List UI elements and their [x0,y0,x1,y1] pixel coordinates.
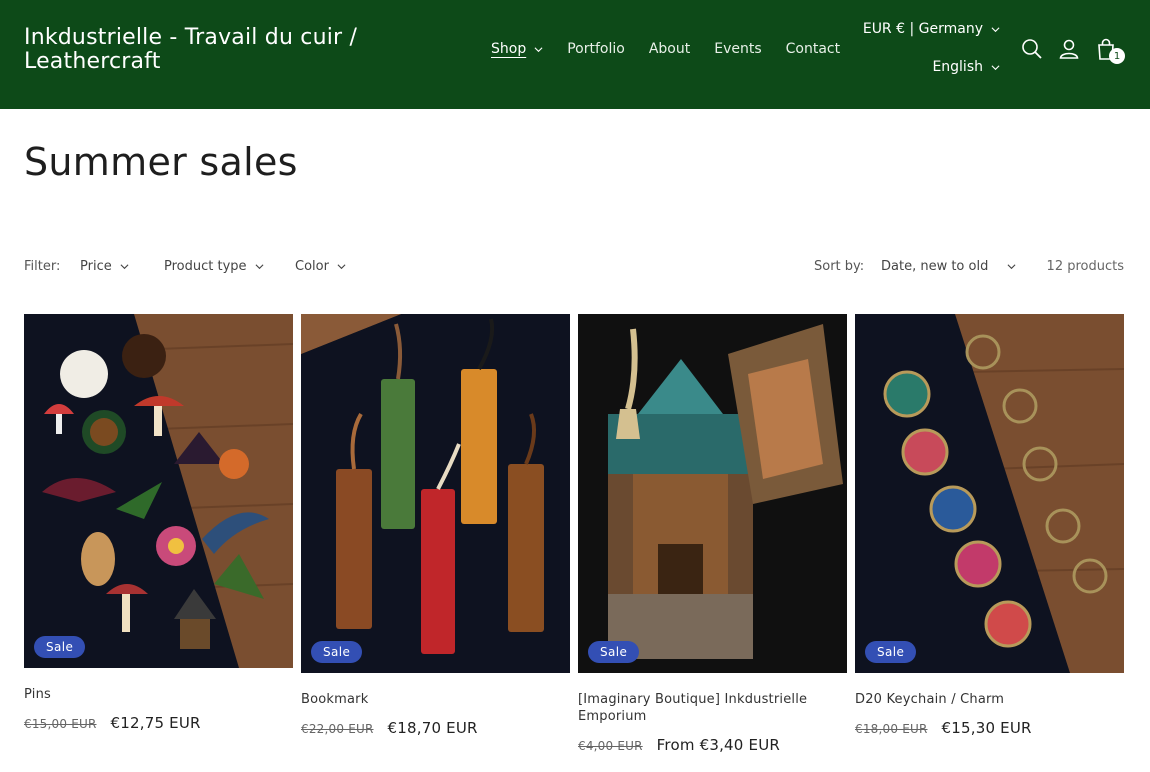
nav-shop-label: Shop [491,41,527,57]
search-button[interactable] [1019,36,1045,62]
sale-badge: Sale [865,641,917,663]
language-label: English [932,59,983,75]
brand-title[interactable]: Inkdustrielle - Travail du cuir / Leathe… [24,26,384,74]
product-title[interactable]: [Imaginary Boutique] Inkdustrielle Empor… [578,691,847,725]
filter-bar: Filter: Price Product type Color Sort by… [24,258,1124,278]
sort-label: Sort by: [814,259,865,274]
regular-price: €15,00 EUR [24,717,97,731]
filter-price-label: Price [80,259,112,274]
main-nav: Shop Portfolio About Events Contact [491,41,864,57]
filter-product-type[interactable]: Product type [164,259,264,274]
nav-contact[interactable]: Contact [786,41,840,57]
filter-product-type-label: Product type [164,259,247,274]
product-card[interactable]: Sale Bookmark €22,00 EUR €18,70 EUR [301,314,570,737]
chevron-down-icon [991,64,1000,70]
cart-count-badge: 1 [1109,48,1125,64]
sale-badge: Sale [311,641,363,663]
nav-about-label: About [648,41,691,57]
currency-label: EUR € | Germany [862,21,983,37]
sort-value: Date, new to old [881,259,989,274]
product-image-emporium[interactable]: Sale [578,314,847,673]
product-image-keychain[interactable]: Sale [855,314,1124,673]
filter-color[interactable]: Color [295,259,346,274]
product-count: 12 products [1046,259,1124,274]
page-title: Summer sales [24,140,298,184]
sale-badge: Sale [34,636,86,658]
sale-price: €15,30 EUR [941,719,1032,737]
emporium-photo [578,314,847,673]
sale-price: From €3,40 EUR [656,736,780,754]
chevron-down-icon [534,46,543,52]
nav-events-label: Events [714,41,762,57]
bookmark-photo [301,314,570,673]
currency-selector[interactable]: EUR € | Germany [863,21,1000,37]
sort-select[interactable]: Date, new to old [881,259,1016,274]
cart-button[interactable]: 1 [1093,36,1125,64]
regular-price: €4,00 EUR [578,739,643,753]
product-image-pins[interactable]: Sale [24,314,293,668]
sale-price: €12,75 EUR [110,714,201,732]
product-card[interactable]: Sale Pins €15,00 EUR €12,75 EUR [24,314,293,732]
product-prices: €18,00 EUR €15,30 EUR [855,719,1124,737]
keychain-photo [855,314,1124,673]
product-title[interactable]: Pins [24,686,293,703]
filter-price[interactable]: Price [80,259,129,274]
product-card[interactable]: Sale D20 Keychain / Charm €18,00 EUR €15… [855,314,1124,737]
product-prices: €15,00 EUR €12,75 EUR [24,714,293,732]
product-title[interactable]: D20 Keychain / Charm [855,691,1124,708]
regular-price: €18,00 EUR [855,722,928,736]
filter-color-label: Color [295,259,329,274]
site-header: Inkdustrielle - Travail du cuir / Leathe… [0,0,1150,109]
regular-price: €22,00 EUR [301,722,374,736]
chevron-down-icon [337,264,346,270]
nav-portfolio[interactable]: Portfolio [567,41,625,57]
nav-events[interactable]: Events [714,41,761,57]
chevron-down-icon [1007,264,1016,270]
nav-contact-label: Contact [785,41,841,57]
chevron-down-icon [255,264,264,270]
product-prices: €22,00 EUR €18,70 EUR [301,719,570,737]
account-icon [1059,39,1079,59]
nav-shop[interactable]: Shop [491,41,543,57]
product-card[interactable]: Sale [Imaginary Boutique] Inkdustrielle … [578,314,847,754]
chevron-down-icon [120,264,129,270]
product-image-bookmark[interactable]: Sale [301,314,570,673]
sale-badge: Sale [588,641,640,663]
search-icon [1022,39,1042,59]
account-button[interactable] [1056,36,1082,62]
pins-photo [24,314,293,668]
header-icons: 1 [1019,36,1130,64]
sale-price: €18,70 EUR [387,719,478,737]
language-selector[interactable]: English [932,59,1000,75]
filter-label: Filter: [24,259,61,274]
nav-about[interactable]: About [649,41,690,57]
product-prices: €4,00 EUR From €3,40 EUR [578,736,847,754]
nav-portfolio-label: Portfolio [567,41,625,57]
chevron-down-icon [991,26,1000,32]
product-title[interactable]: Bookmark [301,691,570,708]
